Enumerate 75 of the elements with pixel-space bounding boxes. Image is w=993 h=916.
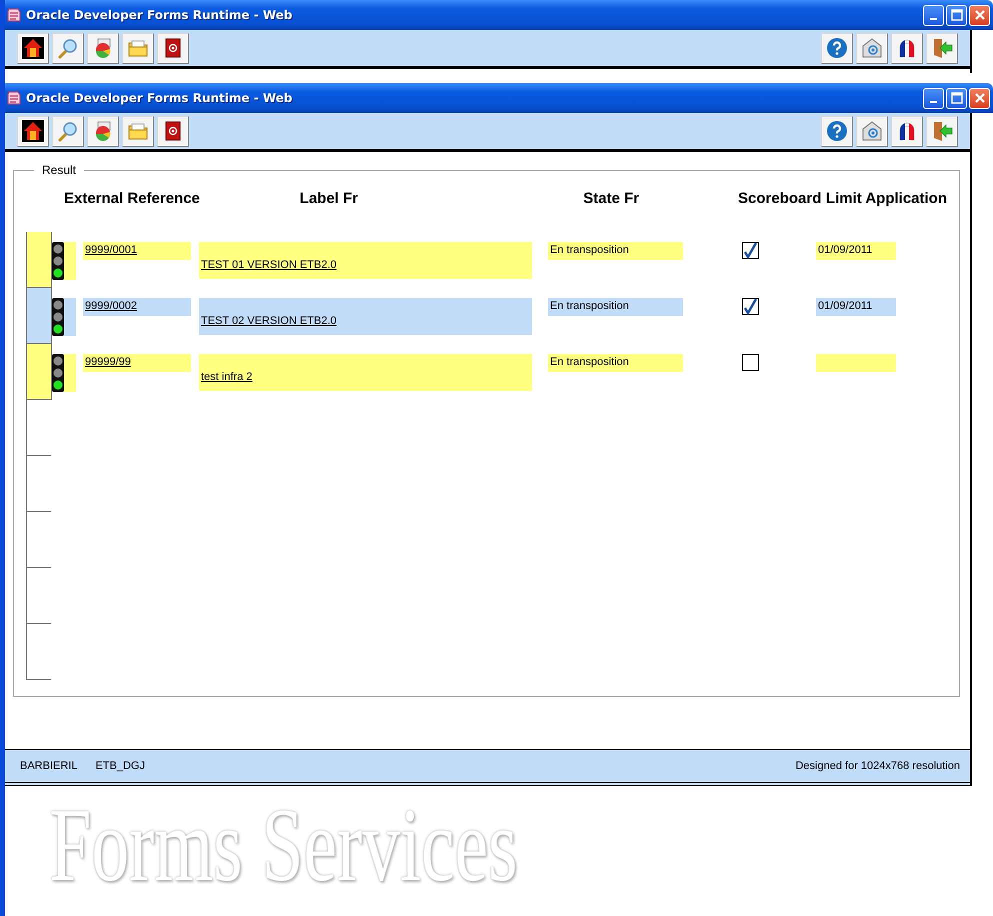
- language-button[interactable]: [891, 32, 923, 64]
- record-indicator[interactable]: [26, 456, 51, 512]
- app-icon: [6, 7, 22, 23]
- report-button[interactable]: [87, 116, 119, 146]
- search-icon: [57, 120, 79, 142]
- row-color-strip: [64, 242, 76, 280]
- record-indicator[interactable]: [26, 344, 52, 400]
- address-book-button[interactable]: [157, 32, 189, 64]
- home-button[interactable]: [17, 116, 49, 146]
- limit-application-field[interactable]: 01/09/2011: [816, 242, 896, 260]
- label-field[interactable]: TEST 02 VERSION ETB2.0: [199, 298, 532, 335]
- maximize-button[interactable]: [946, 4, 967, 26]
- mail-button[interactable]: [856, 116, 888, 146]
- app-icon: [6, 90, 22, 106]
- user-name: BARBIERIL: [20, 760, 78, 772]
- column-header: Scoreboard: [738, 190, 822, 209]
- home-icon: [22, 120, 44, 142]
- label-field[interactable]: test infra 2: [199, 354, 532, 391]
- column-header: External Reference: [64, 190, 201, 209]
- close-button[interactable]: [969, 4, 990, 26]
- help-icon: [826, 120, 848, 142]
- maximize-icon: [950, 92, 962, 104]
- close-button[interactable]: [969, 88, 990, 108]
- record-indicator[interactable]: [26, 288, 52, 344]
- resolution-note: Designed for 1024x768 resolution: [795, 760, 960, 772]
- minimize-button[interactable]: [923, 4, 944, 26]
- state-field[interactable]: En transposition: [548, 298, 683, 316]
- mail-button[interactable]: [856, 32, 888, 64]
- external-reference-field[interactable]: 9999/0001: [83, 242, 191, 260]
- state-field[interactable]: En transposition: [548, 354, 683, 372]
- window-title: Oracle Developer Forms Runtime - Web: [26, 91, 294, 105]
- label-field[interactable]: TEST 01 VERSION ETB2.0: [199, 242, 532, 279]
- group-title: Result: [34, 163, 84, 177]
- minimize-icon: [930, 18, 937, 20]
- record-indicator[interactable]: [26, 232, 52, 288]
- background-logo: Forms Services: [48, 786, 519, 904]
- external-reference-field[interactable]: 9999/0002: [83, 298, 191, 316]
- help-button[interactable]: [821, 116, 853, 146]
- search-icon: [57, 37, 79, 59]
- address-book-button[interactable]: [157, 116, 189, 146]
- close-icon: [974, 92, 986, 104]
- window-title: Oracle Developer Forms Runtime - Web: [26, 8, 294, 22]
- traffic-light-icon: [52, 242, 64, 280]
- scoreboard-checkbox[interactable]: [742, 354, 759, 371]
- scoreboard-checkbox[interactable]: [742, 242, 759, 259]
- exit-door-icon: [931, 120, 953, 142]
- close-icon: [974, 9, 986, 21]
- limit-application-field[interactable]: [816, 354, 896, 372]
- scoreboard-checkbox[interactable]: [742, 298, 759, 315]
- row-color-strip: [64, 354, 76, 392]
- record-indicator[interactable]: [26, 512, 51, 568]
- home-button[interactable]: [17, 32, 49, 64]
- record-indicator[interactable]: [26, 400, 51, 456]
- minimize-icon: [930, 101, 937, 103]
- help-icon: [826, 37, 848, 59]
- traffic-light-icon: [52, 354, 64, 392]
- limit-application-field[interactable]: 01/09/2011: [816, 298, 896, 316]
- maximize-icon: [950, 9, 962, 21]
- external-reference-field[interactable]: 99999/99: [83, 354, 191, 372]
- row-color-strip: [64, 298, 76, 336]
- minimize-button[interactable]: [923, 88, 944, 108]
- exit-door-icon: [931, 37, 953, 59]
- home-icon: [22, 37, 44, 59]
- database-name: ETB_DGJ: [95, 760, 145, 772]
- column-header: State Fr: [583, 190, 640, 209]
- column-header: Label Fr: [300, 190, 360, 209]
- column-header: Limit Application: [826, 190, 948, 209]
- state-field[interactable]: En transposition: [548, 242, 683, 260]
- report-button[interactable]: [87, 32, 119, 64]
- traffic-light-icon: [52, 298, 64, 336]
- help-button[interactable]: [821, 32, 853, 64]
- record-indicator[interactable]: [26, 568, 51, 624]
- language-button[interactable]: [891, 116, 923, 146]
- record-indicator[interactable]: [26, 624, 51, 680]
- maximize-button[interactable]: [946, 88, 967, 108]
